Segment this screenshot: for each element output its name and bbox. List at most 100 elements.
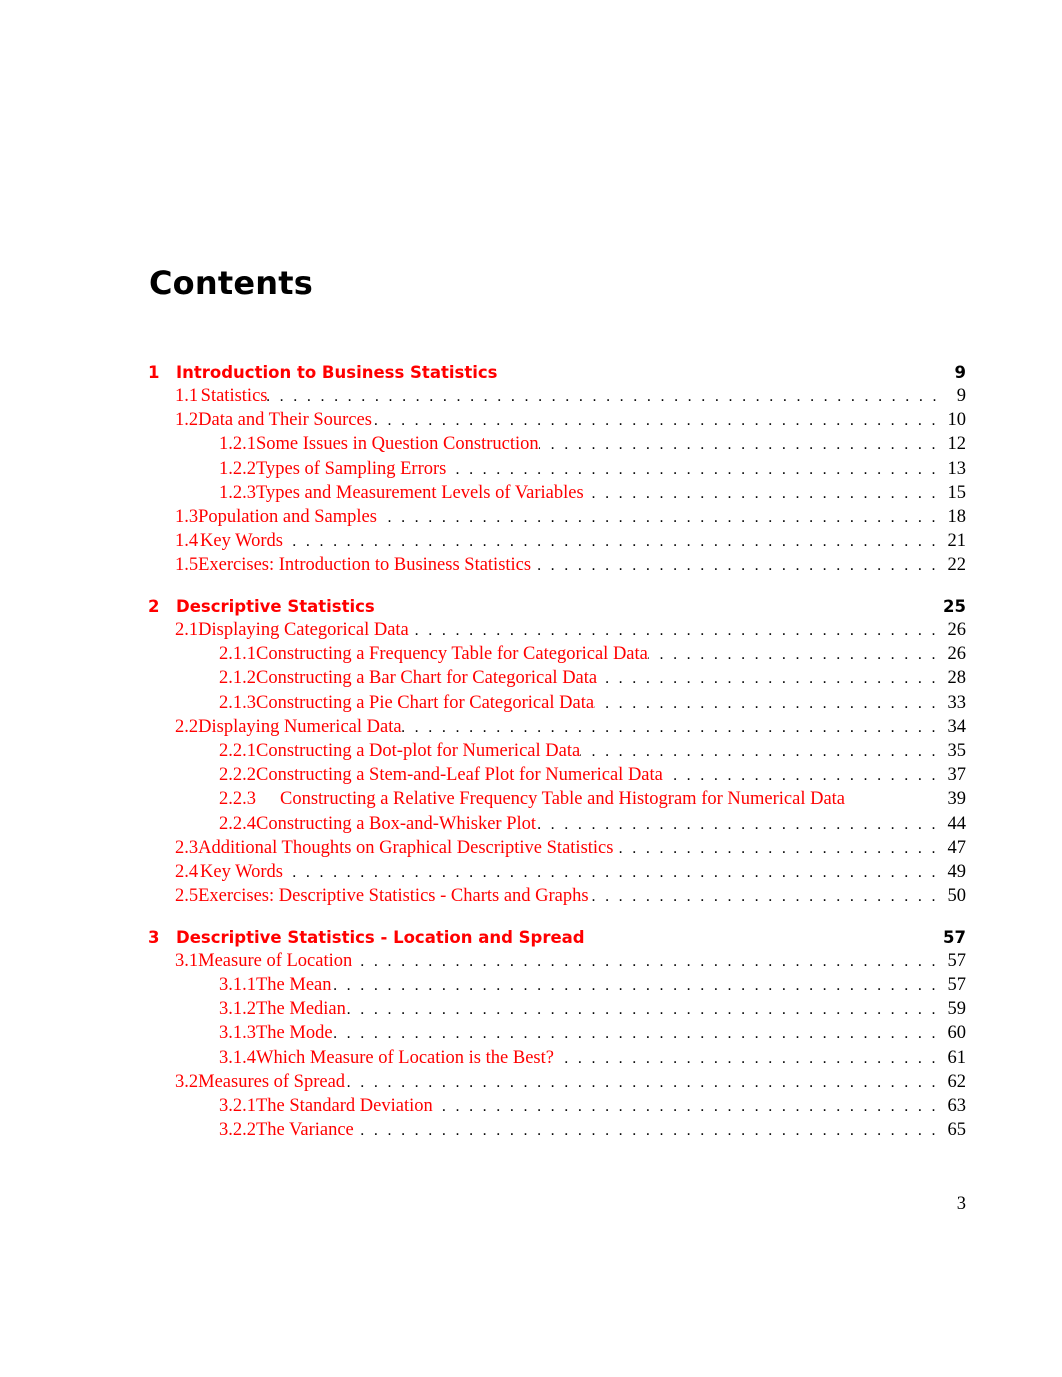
toc-section-link[interactable]: 1.4Key Words 21 xyxy=(148,529,966,553)
section-title[interactable]: Additional Thoughts on Graphical Descrip… xyxy=(198,836,613,860)
subsection-page-number: 26 xyxy=(947,644,967,665)
toc-section-link[interactable]: 1.2Data and Their Sources 10 xyxy=(148,408,966,432)
section-number: 3.2 xyxy=(175,1071,199,1092)
subsection-title[interactable]: Some Issues in Question Construction xyxy=(256,432,539,456)
section-title[interactable]: Measure of Location xyxy=(198,949,352,973)
toc-section-link[interactable]: 2.2Displaying Numerical Data 34 xyxy=(148,715,966,739)
subsection-title[interactable]: The Mean xyxy=(256,973,332,997)
subsection-title[interactable]: The Variance xyxy=(256,1118,354,1142)
subsection-number: 3.1.1 xyxy=(219,974,256,995)
page-number: 3 xyxy=(956,1194,966,1214)
section-title[interactable]: Exercises: Descriptive Statistics - Char… xyxy=(198,884,588,908)
dot-leader xyxy=(332,974,936,998)
subsection-page-number: 35 xyxy=(947,740,967,761)
section-title[interactable]: Population and Samples xyxy=(198,505,377,529)
section-page-number: 18 xyxy=(947,506,967,527)
section-title[interactable]: Data and Their Sources xyxy=(198,408,372,432)
toc-section-link[interactable]: 2.1Displaying Categorical Data 26 xyxy=(148,618,966,642)
subsection-title[interactable]: Constructing a Bar Chart for Categorical… xyxy=(256,666,597,690)
toc-subsection-link[interactable]: 2.2.1 Constructing a Dot-plot for Numeric… xyxy=(148,739,966,763)
subsection-title[interactable]: Types and Measurement Levels of Variable… xyxy=(256,481,584,505)
section-number: 1.3 xyxy=(175,506,199,527)
subsection-number: 1.2.1 xyxy=(219,434,256,455)
toc-subsection-link[interactable]: 1.2.2Types of Sampling Errors 13 xyxy=(148,457,966,481)
section-page-number: 47 xyxy=(947,837,967,858)
toc-subsection-link[interactable]: 2.2.4 Constructing a Box-and-Whisker Plot… xyxy=(148,812,966,836)
section-title[interactable]: Exercises: Introduction to Business Stat… xyxy=(198,553,531,577)
subsection-number: 3.1.3 xyxy=(219,1023,256,1044)
toc-section-link[interactable]: 3.2Measures of Spread 62 xyxy=(148,1070,966,1094)
section-page-number: 49 xyxy=(947,861,967,882)
subsection-title[interactable]: The Mode xyxy=(256,1021,333,1045)
section-title[interactable]: Displaying Numerical Data xyxy=(198,715,401,739)
section-title[interactable]: Key Words xyxy=(200,860,283,884)
section-number: 2.5 xyxy=(175,886,199,907)
section-page-number: 50 xyxy=(947,886,967,907)
toc-subsection-link[interactable]: 3.1.3The Mode 60 xyxy=(148,1021,966,1045)
toc-subsection-link[interactable]: 2.1.3 Constructing a Pie Chart for Catego… xyxy=(148,691,966,715)
subsection-number: 3.2.2 xyxy=(219,1120,256,1141)
toc-subsection-link[interactable]: 2.2.2 Constructing a Stem-and-Leaf Plot f… xyxy=(148,763,966,787)
toc-section-link[interactable]: 1.5 Exercises: Introduction to Business S… xyxy=(148,553,966,577)
toc-subsection-link[interactable]: 3.1.2The Median 59 xyxy=(148,997,966,1021)
toc-chapter-link[interactable]: 2 Descriptive Statistics 25 xyxy=(148,596,966,618)
subsection-number: 3.1.2 xyxy=(219,999,256,1020)
subsection-number: 2.2.3 xyxy=(219,789,256,810)
subsection-page-number: 28 xyxy=(947,668,967,689)
toc-chapter: 2 Descriptive Statistics 25 2.1 Displaying C… xyxy=(148,596,966,908)
section-number: 1.1 xyxy=(175,386,199,406)
subsection-title[interactable]: Constructing a Relative Frequency Table … xyxy=(280,787,845,811)
dot-leader xyxy=(333,1022,936,1046)
subsection-title[interactable]: Constructing a Frequency Table for Categ… xyxy=(256,642,648,666)
subsection-page-number: 57 xyxy=(947,974,967,995)
subsection-page-number: 44 xyxy=(947,813,967,834)
section-number: 2.2 xyxy=(175,716,199,737)
toc-section-link[interactable]: 1.1Statistics 9 xyxy=(148,384,966,408)
section-number: 2.1 xyxy=(175,620,199,640)
section-page-number: 9 xyxy=(956,386,966,406)
dot-leader xyxy=(283,861,936,885)
chapter-title[interactable]: Descriptive Statistics xyxy=(176,596,936,618)
section-number: 1.5 xyxy=(175,555,199,576)
section-title[interactable]: Statistics xyxy=(201,384,268,408)
subsection-title[interactable]: The Standard Deviation xyxy=(256,1094,433,1118)
toc-section-link[interactable]: 2.5 Exercises: Descriptive Statistics - C… xyxy=(148,884,966,908)
toc-subsection-link[interactable]: 3.2.1The Standard Deviation 63 xyxy=(148,1094,966,1118)
section-number: 1.4 xyxy=(175,531,199,552)
subsection-number: 3.2.1 xyxy=(219,1095,256,1116)
subsection-title[interactable]: Types of Sampling Errors xyxy=(256,457,446,481)
subsection-title[interactable]: Which Measure of Location is the Best? xyxy=(256,1046,554,1070)
subsection-title[interactable]: Constructing a Stem-and-Leaf Plot for Nu… xyxy=(256,763,663,787)
toc-subsection-link[interactable]: 1.2.1 Some Issues in Question Constructio… xyxy=(148,432,966,456)
toc-subsection-link[interactable]: 2.1.2 Constructing a Bar Chart for Catego… xyxy=(148,666,966,690)
dot-leader xyxy=(346,998,936,1022)
dot-leader xyxy=(402,716,936,740)
subsection-number: 1.2.2 xyxy=(219,458,256,479)
section-title[interactable]: Key Words xyxy=(200,529,283,553)
subsection-title[interactable]: The Median xyxy=(256,997,346,1021)
section-title[interactable]: Displaying Categorical Data xyxy=(198,618,409,642)
subsection-title[interactable]: Constructing a Pie Chart for Categorical… xyxy=(256,691,594,715)
chapter-title[interactable]: Descriptive Statistics - Location and Sp… xyxy=(176,927,936,949)
subsection-title[interactable]: Constructing a Box-and-Whisker Plot xyxy=(256,812,536,836)
toc-subsection-link[interactable]: 2.1.1 Constructing a Frequency Table for … xyxy=(148,642,966,666)
toc-section-link[interactable]: 1.3Population and Samples 18 xyxy=(148,505,966,529)
toc-chapter: 1 Introduction to Business Statistics 9 1.1… xyxy=(148,362,966,578)
toc-section-link[interactable]: 2.3 Additional Thoughts on Graphical Desc… xyxy=(148,836,966,860)
toc-subsection-link[interactable]: 3.1.4 Which Measure of Location is the Be… xyxy=(148,1046,966,1070)
toc-subsection-link[interactable]: 1.2.3 Types and Measurement Levels of Var… xyxy=(148,481,966,505)
dot-leader xyxy=(352,950,935,974)
toc-subsection-link[interactable]: 2.2.3 Constructing a Relative Frequency T… xyxy=(148,787,966,811)
toc-subsection-link[interactable]: 3.1.1The Mean 57 xyxy=(148,973,966,997)
subsection-page-number: 13 xyxy=(947,458,967,479)
subsection-title[interactable]: Constructing a Dot-plot for Numerical Da… xyxy=(256,739,580,763)
dot-leader xyxy=(554,1047,936,1071)
section-title[interactable]: Measures of Spread xyxy=(198,1070,345,1094)
chapter-title[interactable]: Introduction to Business Statistics xyxy=(176,362,936,384)
toc-section-link[interactable]: 2.4Key Words 49 xyxy=(148,860,966,884)
toc-subsection-link[interactable]: 3.2.2The Variance 65 xyxy=(148,1118,966,1142)
dot-leader xyxy=(580,740,935,764)
toc-chapter-link[interactable]: 3 Descriptive Statistics - Location and S… xyxy=(148,927,966,949)
toc-chapter-link[interactable]: 1 Introduction to Business Statistics 9 xyxy=(148,362,966,384)
toc-section-link[interactable]: 3.1Measure of Location 57 xyxy=(148,949,966,973)
